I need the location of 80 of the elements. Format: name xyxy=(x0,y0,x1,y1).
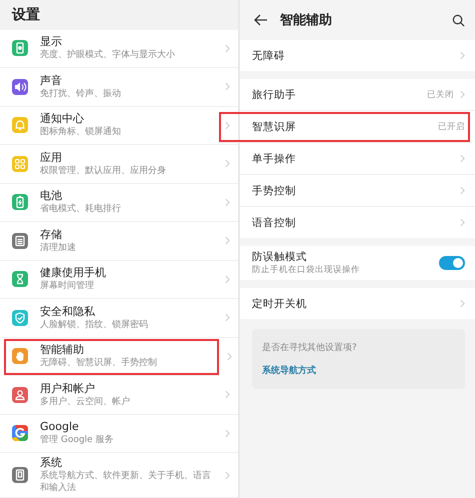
item-title: Google xyxy=(40,420,80,434)
chevron-icon xyxy=(225,274,230,284)
item-title: 声音 xyxy=(40,74,63,88)
settings-item[interactable]: Google 管理 Google 服务 xyxy=(0,414,238,453)
item-description: 多用户、云空间、帐户 xyxy=(40,396,131,408)
row-description: 防止手机在口袋出现误操作 xyxy=(252,264,361,276)
chevron-icon xyxy=(227,352,232,361)
item-description: 省电模式、耗电排行 xyxy=(40,203,122,216)
suggestion-link[interactable]: 系统导航方式 xyxy=(262,364,455,377)
item-title: 系统 xyxy=(40,456,63,470)
chevron-icon xyxy=(460,186,465,195)
item-description: 屏幕时间管理 xyxy=(40,280,95,292)
settings-item[interactable]: 系统 系统导航方式、软件更新、关于手机、语言和输入法 xyxy=(0,453,238,498)
settings-item[interactable]: 安全和隐私 人脸解锁、指纹、锁屏密码 xyxy=(0,299,238,338)
chevron-icon xyxy=(225,159,230,168)
settings-row[interactable]: 旅行助手 已关闭 xyxy=(240,79,475,111)
settings-row[interactable]: 单手操作 xyxy=(240,143,475,175)
settings-item[interactable]: 显示 亮度、护眼模式、字体与显示大小 xyxy=(0,30,238,68)
item-title: 应用 xyxy=(40,150,63,165)
chevron-icon xyxy=(225,82,230,92)
item-description: 亮度、护眼模式、字体与显示大小 xyxy=(40,49,176,62)
row-title: 防误触模式 xyxy=(252,250,308,264)
item-title: 存储 xyxy=(40,228,63,242)
chevron-icon xyxy=(225,470,230,480)
item-description: 权限管理、默认应用、应用分身 xyxy=(40,164,167,177)
item-title: 用户和帐户 xyxy=(40,382,96,396)
chevron-icon xyxy=(225,120,230,130)
chevron-icon xyxy=(460,154,465,163)
chevron-icon xyxy=(460,51,465,60)
chevron-icon xyxy=(225,390,230,400)
chevron-icon xyxy=(225,198,230,207)
chevron-icon xyxy=(460,299,465,308)
status-text: 已开启 xyxy=(438,120,465,132)
page-title: 设置 xyxy=(12,6,40,24)
settings-item[interactable]: 健康使用手机 屏幕时间管理 xyxy=(0,260,238,299)
chevron-icon xyxy=(225,428,230,438)
chevron-icon xyxy=(460,218,465,227)
item-description: 管理 Google 服务 xyxy=(40,434,114,446)
item-description: 图标角标、锁屏通知 xyxy=(40,126,122,138)
toggle-switch[interactable] xyxy=(439,256,465,270)
settings-row[interactable]: 定时开关机 xyxy=(240,288,475,319)
item-title: 通知中心 xyxy=(40,112,85,126)
chevron-icon xyxy=(225,44,230,53)
chevron-icon xyxy=(460,90,465,99)
item-title: 健康使用手机 xyxy=(40,266,107,280)
settings-item[interactable]: 通知中心 图标角标、锁屏通知 xyxy=(0,106,238,145)
row-title: 智慧识屏 xyxy=(252,120,297,134)
back-icon[interactable] xyxy=(254,14,268,26)
chevron-icon xyxy=(225,313,230,322)
row-title: 旅行助手 xyxy=(252,88,297,102)
item-description: 无障碍、智慧识屏、手势控制 xyxy=(40,357,158,370)
settings-item[interactable]: 应用 权限管理、默认应用、应用分身 xyxy=(0,145,238,184)
settings-item[interactable]: 声音 免打扰、铃声、振动 xyxy=(0,68,238,106)
settings-item[interactable]: 用户和帐户 多用户、云空间、帐户 xyxy=(0,376,238,414)
settings-item[interactable]: 电池 省电模式、耗电排行 xyxy=(0,184,238,222)
status-text: 已关闭 xyxy=(427,88,454,100)
row-title: 无障碍 xyxy=(252,48,286,62)
settings-row[interactable]: 手势控制 xyxy=(240,175,475,207)
settings-row[interactable]: 无障碍 xyxy=(240,40,475,71)
search-icon[interactable] xyxy=(452,14,465,26)
item-description: 免打扰、铃声、振动 xyxy=(40,88,122,100)
suggestion-question: 是否在寻找其他设置项? xyxy=(262,342,358,354)
row-title: 定时开关机 xyxy=(252,296,308,310)
settings-row[interactable]: 防误触模式 防止手机在口袋出现误操作 xyxy=(240,246,475,280)
item-description: 人脸解锁、指纹、锁屏密码 xyxy=(40,318,149,331)
item-title: 安全和隐私 xyxy=(40,304,96,319)
item-title: 电池 xyxy=(40,189,63,204)
item-title: 显示 xyxy=(40,35,63,50)
row-title: 单手操作 xyxy=(252,152,297,166)
settings-item[interactable]: 存储 清理加速 xyxy=(0,222,238,260)
page-title: 智能辅助 xyxy=(280,12,333,29)
item-description: 清理加速 xyxy=(40,242,77,254)
item-description: 系统导航方式、软件更新、关于手机、语言和输入法 xyxy=(40,470,212,494)
settings-row[interactable]: 智慧识屏 已开启 xyxy=(218,111,471,143)
settings-item[interactable]: 智能辅助 无障碍、智慧识屏、手势控制 xyxy=(3,338,220,376)
settings-row[interactable]: 语音控制 xyxy=(240,207,475,238)
chevron-icon xyxy=(225,236,230,246)
item-title: 智能辅助 xyxy=(40,343,85,358)
row-title: 手势控制 xyxy=(252,184,297,198)
row-title: 语音控制 xyxy=(252,216,297,230)
